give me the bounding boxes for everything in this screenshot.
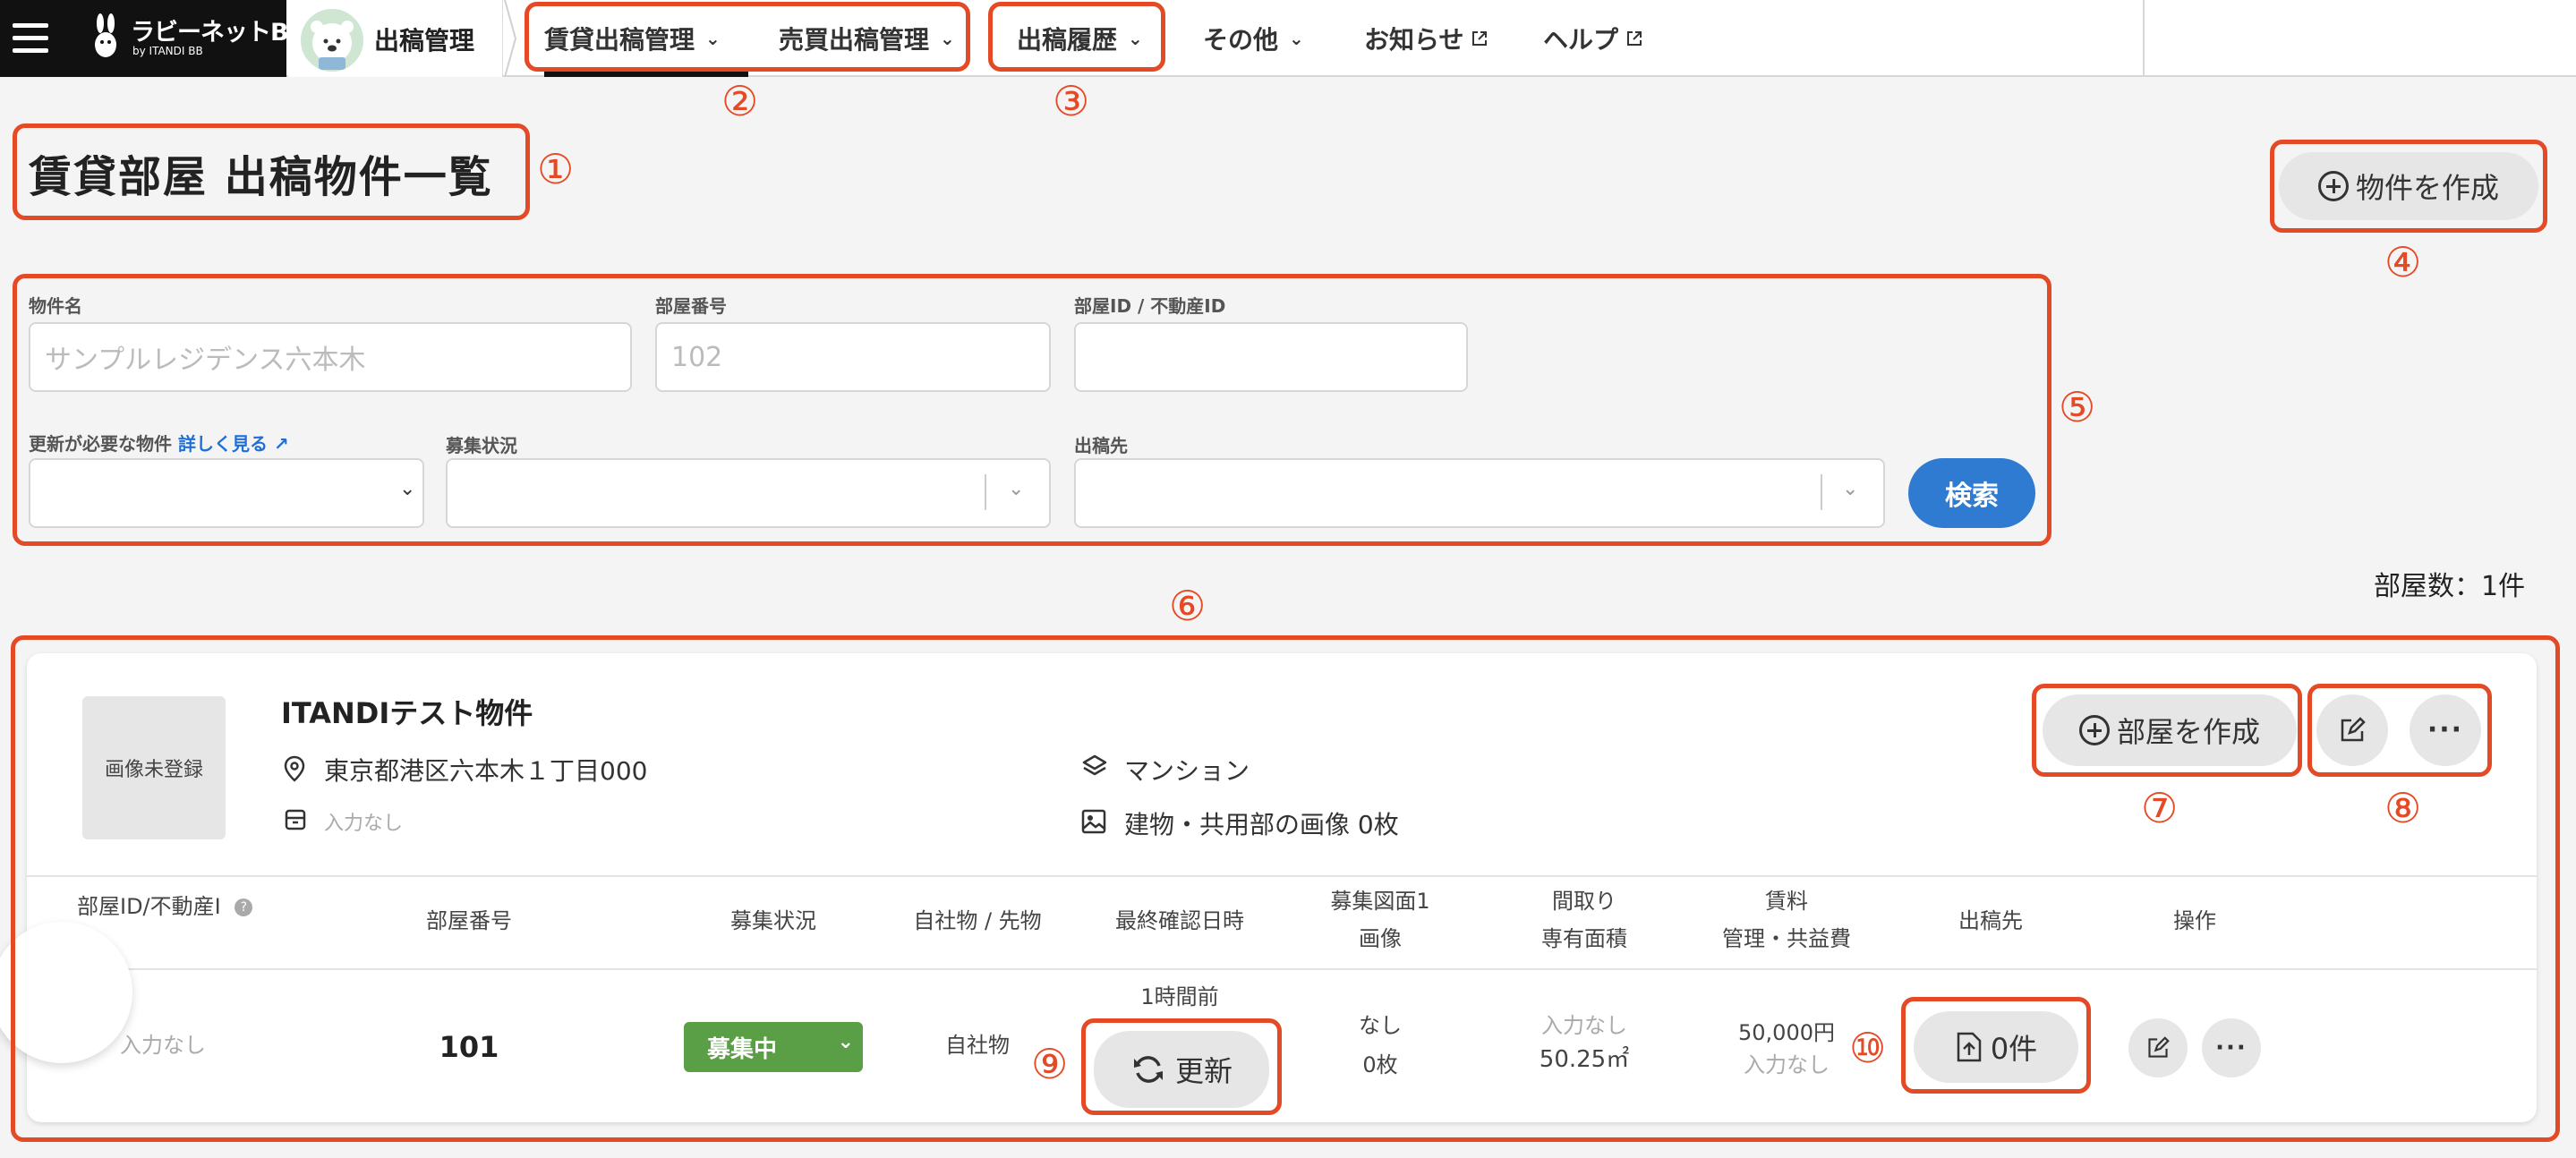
rabbit-logo-icon (95, 13, 116, 57)
annotation-box-9 (1081, 1018, 1282, 1115)
nav-notices[interactable]: お知らせ (1364, 0, 1488, 77)
bear-avatar-icon (299, 7, 365, 73)
room-count: 部屋数：1件 (2374, 571, 2526, 602)
topbar-divider (2143, 0, 2145, 77)
annotation-box-4 (2270, 140, 2547, 233)
annotation-box-2 (525, 2, 970, 72)
nav-label: お知らせ (1364, 25, 1464, 55)
logo-title: ラビーネットBB (131, 19, 306, 47)
active-tab-indicator (544, 72, 748, 77)
annotation-box-5 (13, 274, 2051, 546)
annotation-number-3: ③ (1053, 77, 1090, 125)
annotation-number-1: ① (537, 145, 575, 193)
annotation-number-10: ⑩ (1849, 1024, 1887, 1072)
menu-icon[interactable] (0, 0, 59, 77)
external-link-icon (1472, 31, 1488, 46)
nav-label: その他 (1203, 25, 1279, 55)
annotation-number-5: ⑤ (2059, 383, 2096, 431)
external-link-icon (1627, 31, 1642, 46)
nav-help[interactable]: ヘルプ (1543, 0, 1643, 77)
annotation-box-7 (2032, 684, 2302, 777)
annotation-number-8: ⑧ (2384, 784, 2422, 832)
annotation-box-8 (2307, 684, 2492, 777)
nav-label: ヘルプ (1543, 25, 1619, 55)
annotation-number-9: ⑨ (1031, 1040, 1069, 1088)
nav-other[interactable]: その他 ⌄ (1203, 0, 1304, 77)
annotation-box-3 (988, 2, 1165, 72)
breadcrumb-separator (504, 0, 517, 77)
annotation-number-7: ⑦ (2141, 784, 2179, 832)
annotation-box-10 (1901, 997, 2091, 1094)
annotation-number-6: ⑥ (1169, 582, 1207, 630)
app-logo[interactable]: ラビーネットBB by ITANDI BB (59, 0, 306, 77)
app-name: 出稿管理 (374, 26, 475, 55)
annotation-number-4: ④ (2384, 238, 2422, 286)
chevron-down-icon: ⌄ (1289, 28, 1304, 49)
annotation-number-2: ② (721, 77, 759, 125)
annotation-box-1 (13, 123, 530, 220)
logo-subtitle: by ITANDI BB (132, 45, 203, 57)
app-switcher[interactable]: 出稿管理 (288, 0, 503, 77)
